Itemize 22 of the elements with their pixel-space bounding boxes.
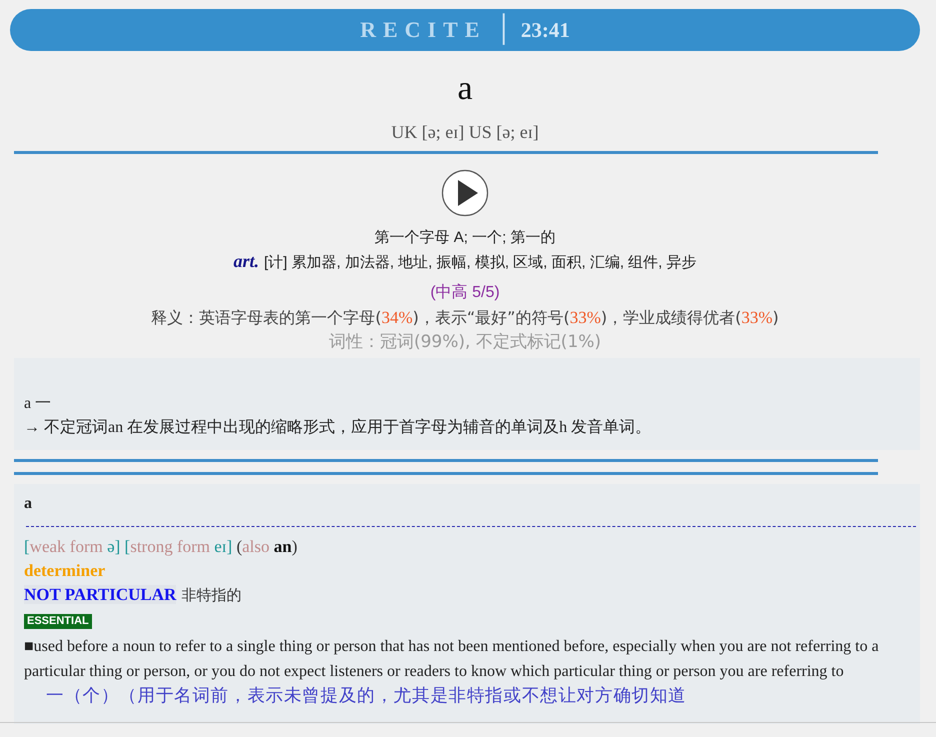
meaning-text: [计] 累加器, 加法器, 地址, 振幅, 模拟, 区域, 面积, 汇编, 组件, 异步: [264, 254, 697, 271]
signpost-label: NOT PARTICULAR: [24, 585, 176, 604]
phonetic-text: UK [ə; eɪ] US [ə; eɪ]: [391, 121, 539, 143]
entry-headword: a: [24, 494, 33, 514]
translation-text: 非特指的: [181, 586, 242, 604]
frequency-text: (中高 5/5): [430, 282, 500, 303]
sense-translation: 一（个）（用于名词前，表示未曾提及的，尤其是非特指或不想让对方确切知道: [46, 686, 686, 706]
etymology-text: → 不定冠词an 在发展过程中出现的缩略形式，应用于首字母为辅音的单词及h 发音单词。: [24, 418, 652, 438]
etymology-head: a 一: [24, 394, 52, 414]
pronunciation-forms: [weak form ə] [strong form eɪ] (also an): [24, 536, 298, 558]
clock-time: 23:41: [520, 18, 570, 42]
definition-text: 释义：英语字母表的第一个字母(34%)，表示“最好”的符号(33%)，学业成绩得优者(33%): [151, 307, 779, 329]
sense-definition: ■used before a noun to refer to a single thing or person that has not been mentioned before, especially when you are not referring to a particular thing or person, or you do not expect listeners or readers to know which particular thing or person you are referring to: [24, 638, 879, 680]
part-of-speech: determiner: [24, 560, 106, 582]
title-separator: │: [494, 14, 513, 44]
essential-badge: ESSENTIAL: [24, 614, 92, 629]
part-of-speech: art.: [233, 251, 259, 271]
pos-stats-text: 词性：冠词(99%), 不定式标记(1%): [328, 331, 602, 354]
headword: a: [457, 69, 473, 109]
app-title: RECITE: [360, 17, 486, 43]
play-button[interactable]: [441, 169, 489, 217]
meaning-text: 第一个字母 A; 一个; 第一的: [374, 228, 556, 248]
